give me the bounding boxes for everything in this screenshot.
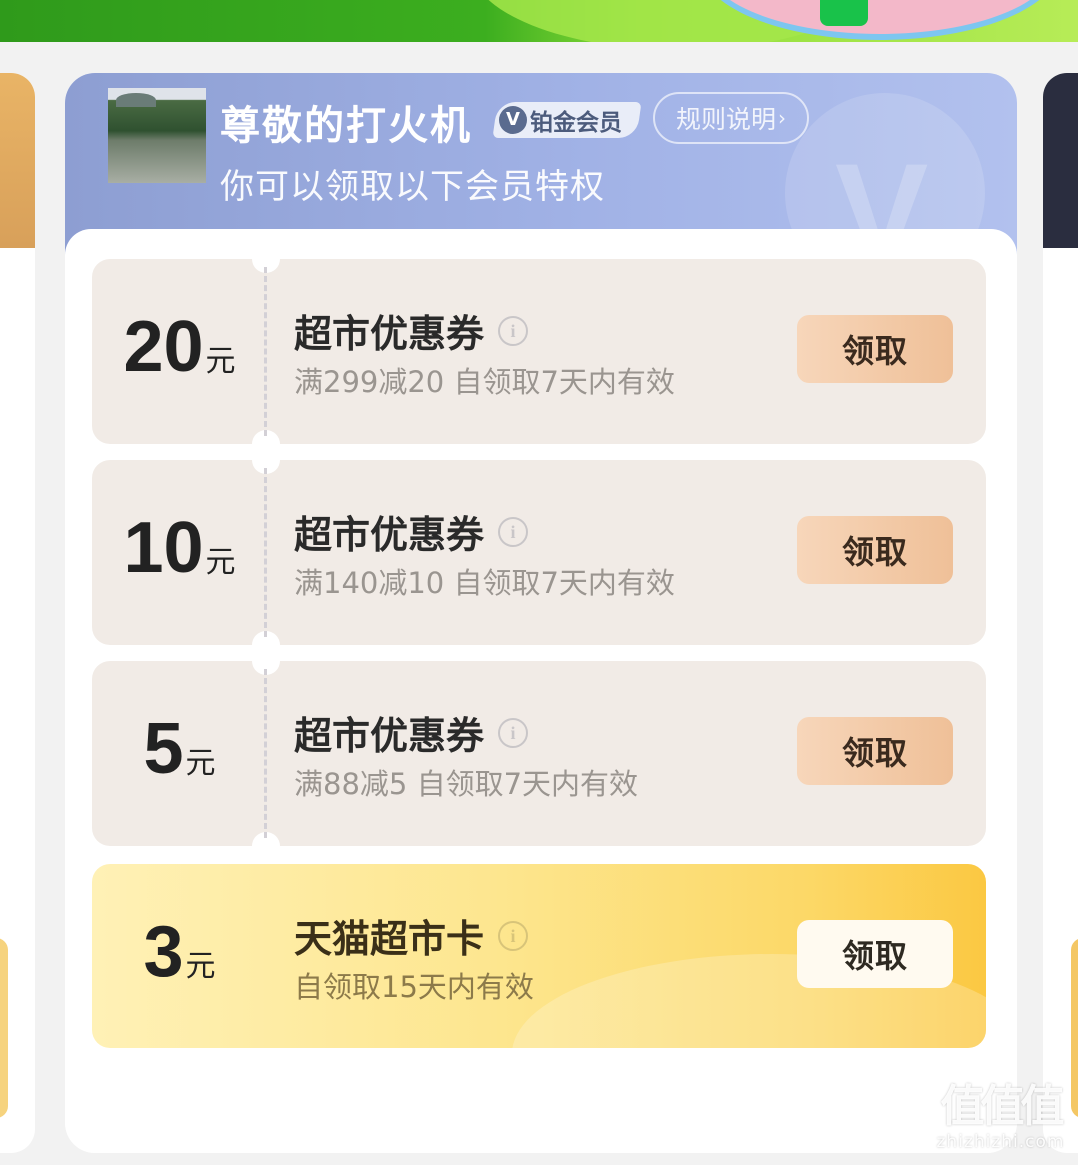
username: 尊敬的打火机 <box>220 103 472 149</box>
previous-card-peek[interactable] <box>0 73 35 1153</box>
coupon-list: 20 元 超市优惠券 i 满299减20 自领取7天内有效 领取 10 元 超市… <box>65 229 1017 1153</box>
benefits-subtitle: 你可以领取以下会员特权 <box>220 167 605 207</box>
v-icon: V <box>499 106 527 134</box>
coupon-item: 20 元 超市优惠券 i 满299减20 自领取7天内有效 领取 <box>92 245 986 458</box>
coupon-title: 超市优惠券 i <box>294 504 529 559</box>
coupon-title: 超市优惠券 i <box>294 705 529 760</box>
banner-leaf-decoration <box>820 0 868 26</box>
rules-button[interactable]: 规则说明 › <box>653 92 809 144</box>
watermark: 值值值 zhizhizhi.com <box>928 1082 1073 1162</box>
coupon-amount-unit: 元 <box>205 344 236 379</box>
info-icon[interactable]: i <box>498 315 529 346</box>
coupon-item: 10 元 超市优惠券 i 满140减10 自领取7天内有效 领取 <box>92 446 986 659</box>
coupon-amount-unit: 元 <box>205 545 236 580</box>
member-benefits-card: V 尊敬的打火机 V 铂金会员 规则说明 › 你可以领取以下会员特权 20 元 … <box>65 73 1017 1153</box>
coupon-title-text: 超市优惠券 <box>294 714 485 758</box>
claim-button[interactable]: 领取 <box>797 920 953 988</box>
coupon-amount: 3 元 <box>92 864 267 1048</box>
supermarket-card-item: 3 元 天猫超市卡 i 自领取15天内有效 领取 <box>92 864 986 1048</box>
rules-button-label: 规则说明 <box>675 105 776 134</box>
coupon-description: 满299减20 自领取7天内有效 <box>294 365 675 399</box>
coupon-title-text: 超市优惠券 <box>294 312 485 356</box>
coupon-amount-value: 10 <box>123 508 204 588</box>
avatar[interactable] <box>108 88 206 183</box>
coupon-title: 超市优惠券 i <box>294 303 529 358</box>
coupon-title: 天猫超市卡 i <box>294 908 529 963</box>
coupon-title-text: 超市优惠券 <box>294 513 485 557</box>
info-icon[interactable]: i <box>498 920 529 951</box>
watermark-logo: 值值值 <box>940 1081 1065 1132</box>
coupon-item: 5 元 超市优惠券 i 满88减5 自领取7天内有效 领取 <box>92 647 986 860</box>
next-card-peek[interactable] <box>1043 73 1078 1153</box>
info-icon[interactable]: i <box>498 717 529 748</box>
claim-button[interactable]: 领取 <box>797 315 953 383</box>
coupon-description: 自领取15天内有效 <box>294 970 534 1004</box>
coupon-description: 满140减10 自领取7天内有效 <box>294 566 675 600</box>
tier-badge: V 铂金会员 <box>492 102 642 138</box>
watermark-domain: zhizhizhi.com <box>936 1132 1065 1152</box>
tier-badge-label: 铂金会员 <box>530 110 622 136</box>
top-banner <box>0 0 1078 42</box>
coupon-amount-value: 5 <box>143 709 184 789</box>
coupon-amount: 10 元 <box>92 460 267 645</box>
coupon-description: 满88减5 自领取7天内有效 <box>294 767 639 801</box>
coupon-amount-value: 20 <box>123 307 204 387</box>
info-icon[interactable]: i <box>498 516 529 547</box>
claim-button[interactable]: 领取 <box>797 717 953 785</box>
claim-button[interactable]: 领取 <box>797 516 953 584</box>
coupon-amount: 20 元 <box>92 259 267 444</box>
coupon-amount-value: 3 <box>143 912 184 992</box>
coupon-amount-unit: 元 <box>185 746 216 781</box>
coupon-amount: 5 元 <box>92 661 267 846</box>
chevron-right-icon: › <box>778 106 786 130</box>
coupon-amount-unit: 元 <box>185 949 216 984</box>
coupon-title-text: 天猫超市卡 <box>294 917 485 961</box>
